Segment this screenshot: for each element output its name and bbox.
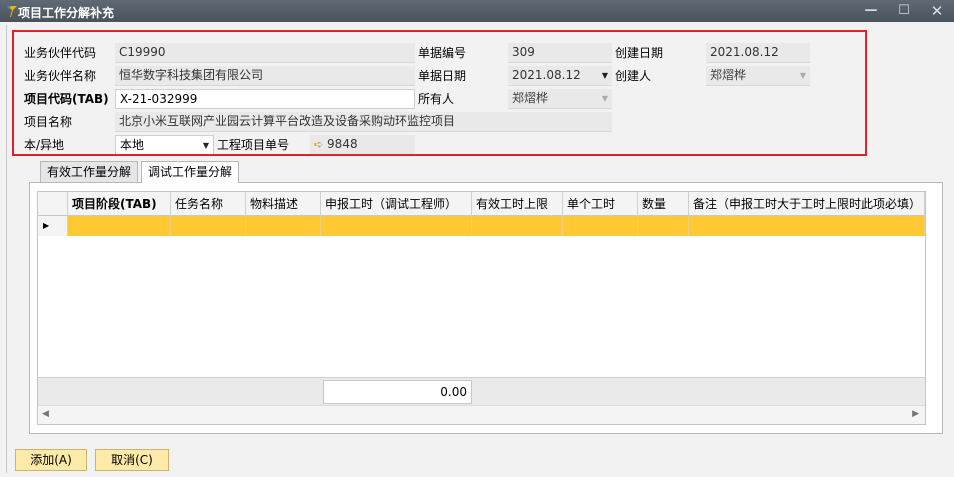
grid-cell-material-desc[interactable] (246, 216, 321, 236)
grid-cell-reported-hours[interactable] (321, 216, 472, 236)
col-header-material-desc[interactable]: 物料描述 (246, 192, 321, 216)
tab-debug-workload[interactable]: 调试工作量分解 (141, 161, 240, 183)
grid-cell-remarks[interactable] (689, 216, 925, 236)
grid-corner (38, 192, 68, 216)
horizontal-scrollbar[interactable]: ◀ ▶ (38, 405, 925, 424)
tab-effective-workload[interactable]: 有效工作量分解 (40, 161, 139, 182)
current-row-arrow-icon: ▶ (43, 221, 50, 230)
titlebar: 项目工作分解补充 — ☐ ✕ (0, 0, 954, 22)
app-logo-icon (7, 6, 17, 17)
reported-hours-total: 0.00 (323, 380, 472, 404)
window: 项目工作分解补充 — ☐ ✕ 业务伙伴代码 C19990 业务伙伴名称 恒华数字… (0, 0, 954, 477)
grid-cell-unit-hours[interactable] (563, 216, 638, 236)
row-selector[interactable]: ▶ (38, 216, 68, 236)
add-button[interactable]: 添加(A) (15, 449, 87, 471)
col-header-unit-hours[interactable]: 单个工时 (563, 192, 638, 216)
maximize-button[interactable]: ☐ (893, 2, 915, 20)
grid-footer-row: 0.00 (38, 377, 925, 405)
cancel-button[interactable]: 取消(C) (95, 449, 169, 471)
col-header-task-name[interactable]: 任务名称 (171, 192, 246, 216)
grid-cell-task-name[interactable] (171, 216, 246, 236)
grid-cell-hour-limit[interactable] (472, 216, 563, 236)
col-header-reported-hours[interactable]: 申报工时（调试工程师） (321, 192, 472, 216)
col-header-project-stage[interactable]: 项目阶段(TAB) (68, 192, 171, 216)
scroll-left-icon[interactable]: ◀ (42, 409, 49, 419)
scroll-right-icon[interactable]: ▶ (912, 409, 919, 419)
highlight-annotation-box (12, 30, 867, 156)
minimize-button[interactable]: — (860, 2, 882, 20)
grid-cell-project-stage[interactable] (68, 216, 171, 236)
grid-cell-quantity[interactable] (638, 216, 689, 236)
window-title: 项目工作分解补充 (18, 6, 115, 20)
close-button[interactable]: ✕ (926, 2, 948, 20)
workload-grid: 项目阶段(TAB) 任务名称 物料描述 申报工时（调试工程师） 有效工时上限 单… (37, 191, 926, 425)
col-header-hour-limit[interactable]: 有效工时上限 (472, 192, 563, 216)
col-header-remarks[interactable]: 备注（申报工时大于工时上限时此项必填） (689, 192, 925, 216)
col-header-quantity[interactable]: 数量 (638, 192, 689, 216)
